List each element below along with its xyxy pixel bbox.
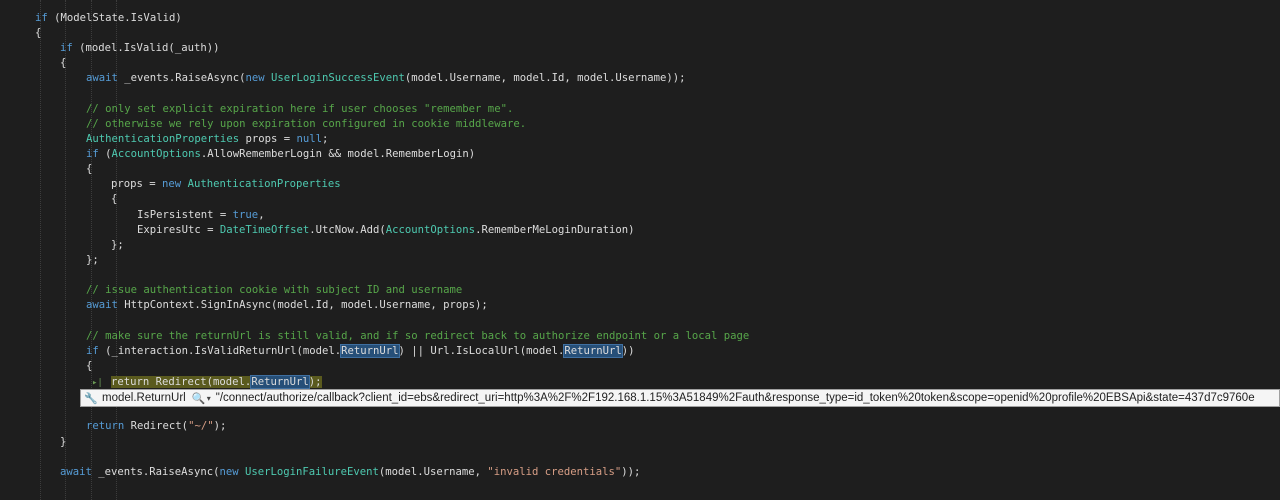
code-line-2: { [35,27,42,39]
code-line-22-current: return Redirect(model.ReturnUrl); [111,375,322,389]
code-line-3: if (model.IsValid(_auth)) [60,42,220,54]
returnurl-reference[interactable]: ReturnUrl [250,375,310,389]
datatip-expression: model.ReturnUrl [102,392,186,404]
code-line-4: { [60,57,67,69]
visualizer-dropdown-icon[interactable]: ▾ [207,394,211,403]
indent-guide [40,0,41,500]
code-line-17: // issue authentication cookie with subj… [86,284,463,296]
code-line-19: // make sure the returnUrl is still vali… [86,330,750,342]
code-line-14: ExpiresUtc = DateTimeOffset.UtcNow.Add(A… [137,224,635,236]
code-line-25: await _events.RaiseAsync(new UserLoginFa… [60,466,641,478]
code-editor[interactable]: if (ModelState.IsValid) { if (model.IsVa… [0,0,1280,500]
code-line-15: }; [111,239,124,251]
code-line-7: // otherwise we rely upon expiration con… [86,118,527,130]
indent-guide [65,0,66,500]
code-line-5: await _events.RaiseAsync(new UserLoginSu… [86,72,686,84]
returnurl-reference[interactable]: ReturnUrl [340,344,400,358]
code-line-8: AuthenticationProperties props = null; [86,133,329,145]
datatip-value[interactable]: "/connect/authorize/callback?client_id=e… [216,392,1255,404]
debugger-datatip[interactable]: 🔧 model.ReturnUrl 🔍 ▾ "/connect/authoriz… [80,389,1280,407]
returnurl-reference[interactable]: ReturnUrl [563,344,623,358]
code-line-6: // only set explicit expiration here if … [86,103,514,115]
code-line-18: await HttpContext.SignInAsync(model.Id, … [86,299,488,311]
execution-pointer-icon[interactable]: ▸| [92,377,108,389]
code-line-21: { [86,360,93,372]
code-line-9: if (AccountOptions.AllowRememberLogin &&… [86,148,476,160]
code-line-1: if (ModelState.IsValid) [35,12,182,24]
code-line-16: }; [86,254,99,266]
code-line-12: { [111,193,118,205]
code-line-20: if (_interaction.IsValidReturnUrl(model.… [86,344,635,358]
code-line-10: { [86,163,93,175]
magnifier-icon[interactable]: 🔍 [192,392,206,405]
code-line-11: props = new AuthenticationProperties [111,178,341,190]
code-line-13: IsPersistent = true, [137,209,265,221]
code-line-24: } [60,436,67,448]
code-line-23: return Redirect("~/"); [86,420,227,432]
wrench-icon: 🔧 [84,392,98,405]
